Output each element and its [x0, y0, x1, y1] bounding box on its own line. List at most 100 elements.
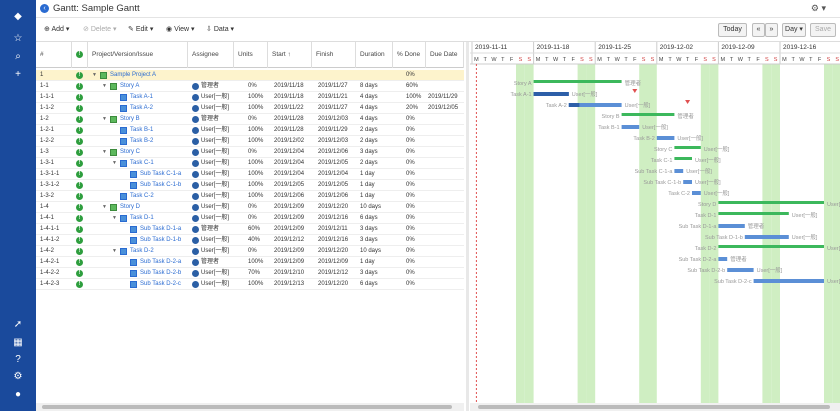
table-row[interactable]: 1-4-2! ▼ Task D-2 User[一般] 0% 2019/12/09 2019/…: [36, 246, 464, 257]
delete-button[interactable]: ⊘ Delete ▾: [83, 25, 117, 33]
duration: 1 day: [360, 171, 375, 177]
column-header[interactable]: % Done: [393, 42, 426, 68]
collapse-icon[interactable]: ▼: [102, 149, 107, 155]
start-date: 2019/12/04: [274, 160, 305, 166]
bar-assignee: User[一般]: [695, 156, 721, 164]
star-icon[interactable]: ☆: [10, 32, 26, 46]
table-row[interactable]: 1-4-1! ▼ Task D-1 User[一般] 0% 2019/12/09 2019/…: [36, 213, 464, 224]
table-row[interactable]: 1! ▼ Sample Project A 0%: [36, 70, 464, 81]
search-icon[interactable]: ⌕: [10, 50, 26, 64]
bar-label: Task C-2: [668, 191, 690, 197]
gantt-scrollbar[interactable]: [470, 403, 840, 411]
avatar: [192, 105, 199, 112]
scale-select[interactable]: Day ▾: [782, 23, 806, 37]
next-button[interactable]: »: [765, 23, 778, 37]
status-icon: !: [76, 259, 83, 266]
data-button[interactable]: ⇩ Data ▾: [206, 25, 234, 33]
day-letter: T: [792, 57, 796, 63]
start-date: 2019/12/12: [274, 237, 305, 243]
due-date: [428, 81, 468, 92]
due-date: [428, 257, 468, 268]
collapse-icon[interactable]: ▼: [112, 215, 117, 221]
collapse-icon[interactable]: ▼: [102, 83, 107, 89]
status-icon: !: [76, 248, 83, 255]
view-button[interactable]: ◉ View ▾: [166, 25, 195, 33]
day-letter: T: [501, 57, 505, 63]
help-icon[interactable]: ?: [10, 353, 26, 367]
table-row[interactable]: 1-4! ▼ Story D User[一般] 0% 2019/12/09 2019/12/…: [36, 202, 464, 213]
table-row[interactable]: 1-3-2! Task C-2 User[一般] 100% 2019/12/06 2019…: [36, 191, 464, 202]
progress-fill: [568, 103, 580, 107]
day-letter: W: [491, 57, 497, 63]
collapse-icon[interactable]: ▼: [102, 116, 107, 122]
column-header[interactable]: Duration: [356, 42, 393, 68]
column-header[interactable]: Assignee: [188, 42, 234, 68]
back-icon[interactable]: ‹: [40, 4, 49, 13]
column-header[interactable]: Due Date: [426, 42, 464, 68]
table-row[interactable]: 1-3! ▼ Story C User[一般] 0% 2019/12/04 2019/12/…: [36, 147, 464, 158]
assignee: User[一般]: [201, 182, 230, 188]
avatar[interactable]: ●: [10, 388, 26, 402]
plus-icon[interactable]: +: [10, 68, 26, 82]
issue-type-icon: [130, 270, 137, 277]
duration: 1 day: [360, 259, 375, 265]
collapse-icon[interactable]: ▼: [102, 204, 107, 210]
table-row[interactable]: 1-4-2-1! Sub Task D-2-a 管理者 100% 2019/12/09 2…: [36, 257, 464, 268]
row-number: 1-4-1-1: [40, 226, 60, 232]
start-date: 2019/12/05: [274, 182, 305, 188]
rocket-icon[interactable]: ➚: [10, 318, 26, 332]
splitter[interactable]: [466, 42, 469, 411]
scroll-thumb[interactable]: [42, 405, 452, 409]
issue-type-icon: [120, 193, 127, 200]
bar-label: Sub Task D-2-a: [679, 257, 718, 263]
collapse-icon[interactable]: ▼: [92, 72, 97, 78]
table-row[interactable]: 1-2-1! Task B-1 User[一般] 100% 2019/11/28 2019…: [36, 125, 464, 136]
column-header[interactable]: !: [72, 42, 88, 68]
column-header[interactable]: Finish: [312, 42, 356, 68]
table-row[interactable]: 1-1-2! Task A-2 User[一般] 100% 2019/11/22 2019…: [36, 103, 464, 114]
start-date: 2019/12/09: [274, 248, 305, 254]
day-letter: S: [589, 57, 593, 63]
grid-icon[interactable]: ▦: [10, 336, 26, 350]
day-letter: T: [809, 57, 813, 63]
table-row[interactable]: 1-1! ▼ Story A 管理者 0% 2019/11/18 2019/11/27 8 d…: [36, 81, 464, 92]
logo-icon[interactable]: ◆: [10, 10, 26, 24]
day-letter: F: [572, 57, 576, 63]
units: 60%: [248, 226, 261, 232]
collapse-icon[interactable]: ▼: [112, 248, 117, 254]
save-button[interactable]: Save: [810, 23, 836, 37]
row-number: 1-2: [40, 116, 49, 122]
grid-scrollbar[interactable]: [36, 403, 464, 411]
column-header[interactable]: Start ↑: [268, 42, 312, 68]
table-row[interactable]: 1-2! ▼ Story B 管理者 0% 2019/11/28 2019/12/03 4 d…: [36, 114, 464, 125]
edit-button[interactable]: ✎ Edit ▾: [128, 25, 153, 33]
units: 0%: [248, 149, 257, 155]
today-button[interactable]: Today: [718, 23, 747, 37]
issue-type-icon: [130, 259, 137, 266]
bar-label: Task C-1: [651, 158, 673, 164]
table-row[interactable]: 1-3-1-2! Sub Task C-1-b User[一般] 100% 2019/1…: [36, 180, 464, 191]
column-header[interactable]: Project/Version/Issue: [88, 42, 188, 68]
gear-icon[interactable]: ⚙ ▾: [811, 3, 826, 14]
prev-button[interactable]: «: [752, 23, 765, 37]
table-row[interactable]: 1-4-2-2! Sub Task D-2-b User[一般] 70% 2019/12…: [36, 268, 464, 279]
scroll-thumb[interactable]: [478, 405, 830, 409]
column-header[interactable]: #: [36, 42, 72, 68]
table-row[interactable]: 1-4-2-3! Sub Task D-2-c User[一般] 100% 2019/1…: [36, 279, 464, 290]
collapse-icon[interactable]: ▼: [112, 160, 117, 166]
bar-label: Sub Task D-2-b: [687, 268, 725, 274]
settings-icon[interactable]: ⚙: [10, 370, 26, 384]
row-number: 1-4: [40, 204, 49, 210]
add-button[interactable]: ⊕ Add ▾: [44, 25, 69, 33]
due-date: [428, 147, 468, 158]
avatar: [192, 83, 199, 90]
table-row[interactable]: 1-4-1-2! Sub Task D-1-b User[一般] 40% 2019/12…: [36, 235, 464, 246]
table-row[interactable]: 1-1-1! Task A-1 User[一般] 100% 2019/11/18 2019…: [36, 92, 464, 103]
table-row[interactable]: 1-2-2! Task B-2 User[一般] 100% 2019/12/02 2019…: [36, 136, 464, 147]
table-row[interactable]: 1-4-1-1! Sub Task D-1-a 管理者 60% 2019/12/09 20…: [36, 224, 464, 235]
issue-type-icon: [120, 160, 127, 167]
table-row[interactable]: 1-3-1! ▼ Task C-1 User[一般] 100% 2019/12/04 201…: [36, 158, 464, 169]
column-header[interactable]: Units: [234, 42, 268, 68]
finish-date: 2019/12/09: [318, 259, 349, 265]
table-row[interactable]: 1-3-1-1! Sub Task C-1-a User[一般] 100% 2019/1…: [36, 169, 464, 180]
